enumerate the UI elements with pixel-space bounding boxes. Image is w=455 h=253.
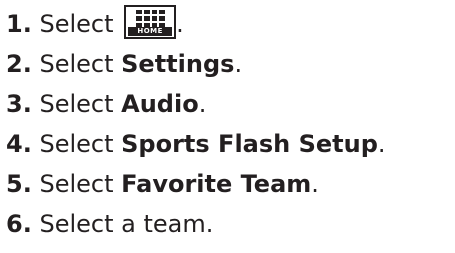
step-4: 4. Select Sports Flash Setup. (6, 124, 386, 164)
step-text: Select (39, 10, 122, 38)
step-number: 6. (6, 210, 32, 238)
home-icon: HOME (124, 5, 177, 39)
grid-glyph (136, 10, 166, 27)
step-number: 4. (6, 130, 32, 158)
menu-item-audio: Audio (121, 90, 199, 118)
step-text: Select (39, 90, 122, 118)
step-suffix: . (198, 90, 207, 118)
step-number: 1. (6, 10, 32, 38)
step-suffix: . (176, 10, 184, 38)
step-6: 6. Select a team. (6, 204, 386, 244)
step-text: Select (39, 170, 122, 198)
step-suffix: . (377, 130, 386, 158)
step-text: Select (39, 50, 122, 78)
instruction-steps: 1. Select HOME . 2. Select Settings. 3. … (6, 4, 386, 244)
menu-item-sports-flash-setup: Sports Flash Setup (121, 130, 378, 158)
menu-item-settings: Settings (121, 50, 235, 78)
step-3: 3. Select Audio. (6, 84, 386, 124)
home-icon-label: HOME (128, 27, 173, 36)
step-suffix: . (234, 50, 243, 78)
menu-item-favorite-team: Favorite Team (121, 170, 312, 198)
step-number: 5. (6, 170, 32, 198)
step-5: 5. Select Favorite Team. (6, 164, 386, 204)
step-text: Select a team. (39, 210, 214, 238)
step-number: 3. (6, 90, 32, 118)
step-1: 1. Select HOME . (6, 4, 386, 44)
step-suffix: . (311, 170, 319, 198)
step-text: Select (39, 130, 122, 158)
step-2: 2. Select Settings. (6, 44, 386, 84)
step-number: 2. (6, 50, 32, 78)
